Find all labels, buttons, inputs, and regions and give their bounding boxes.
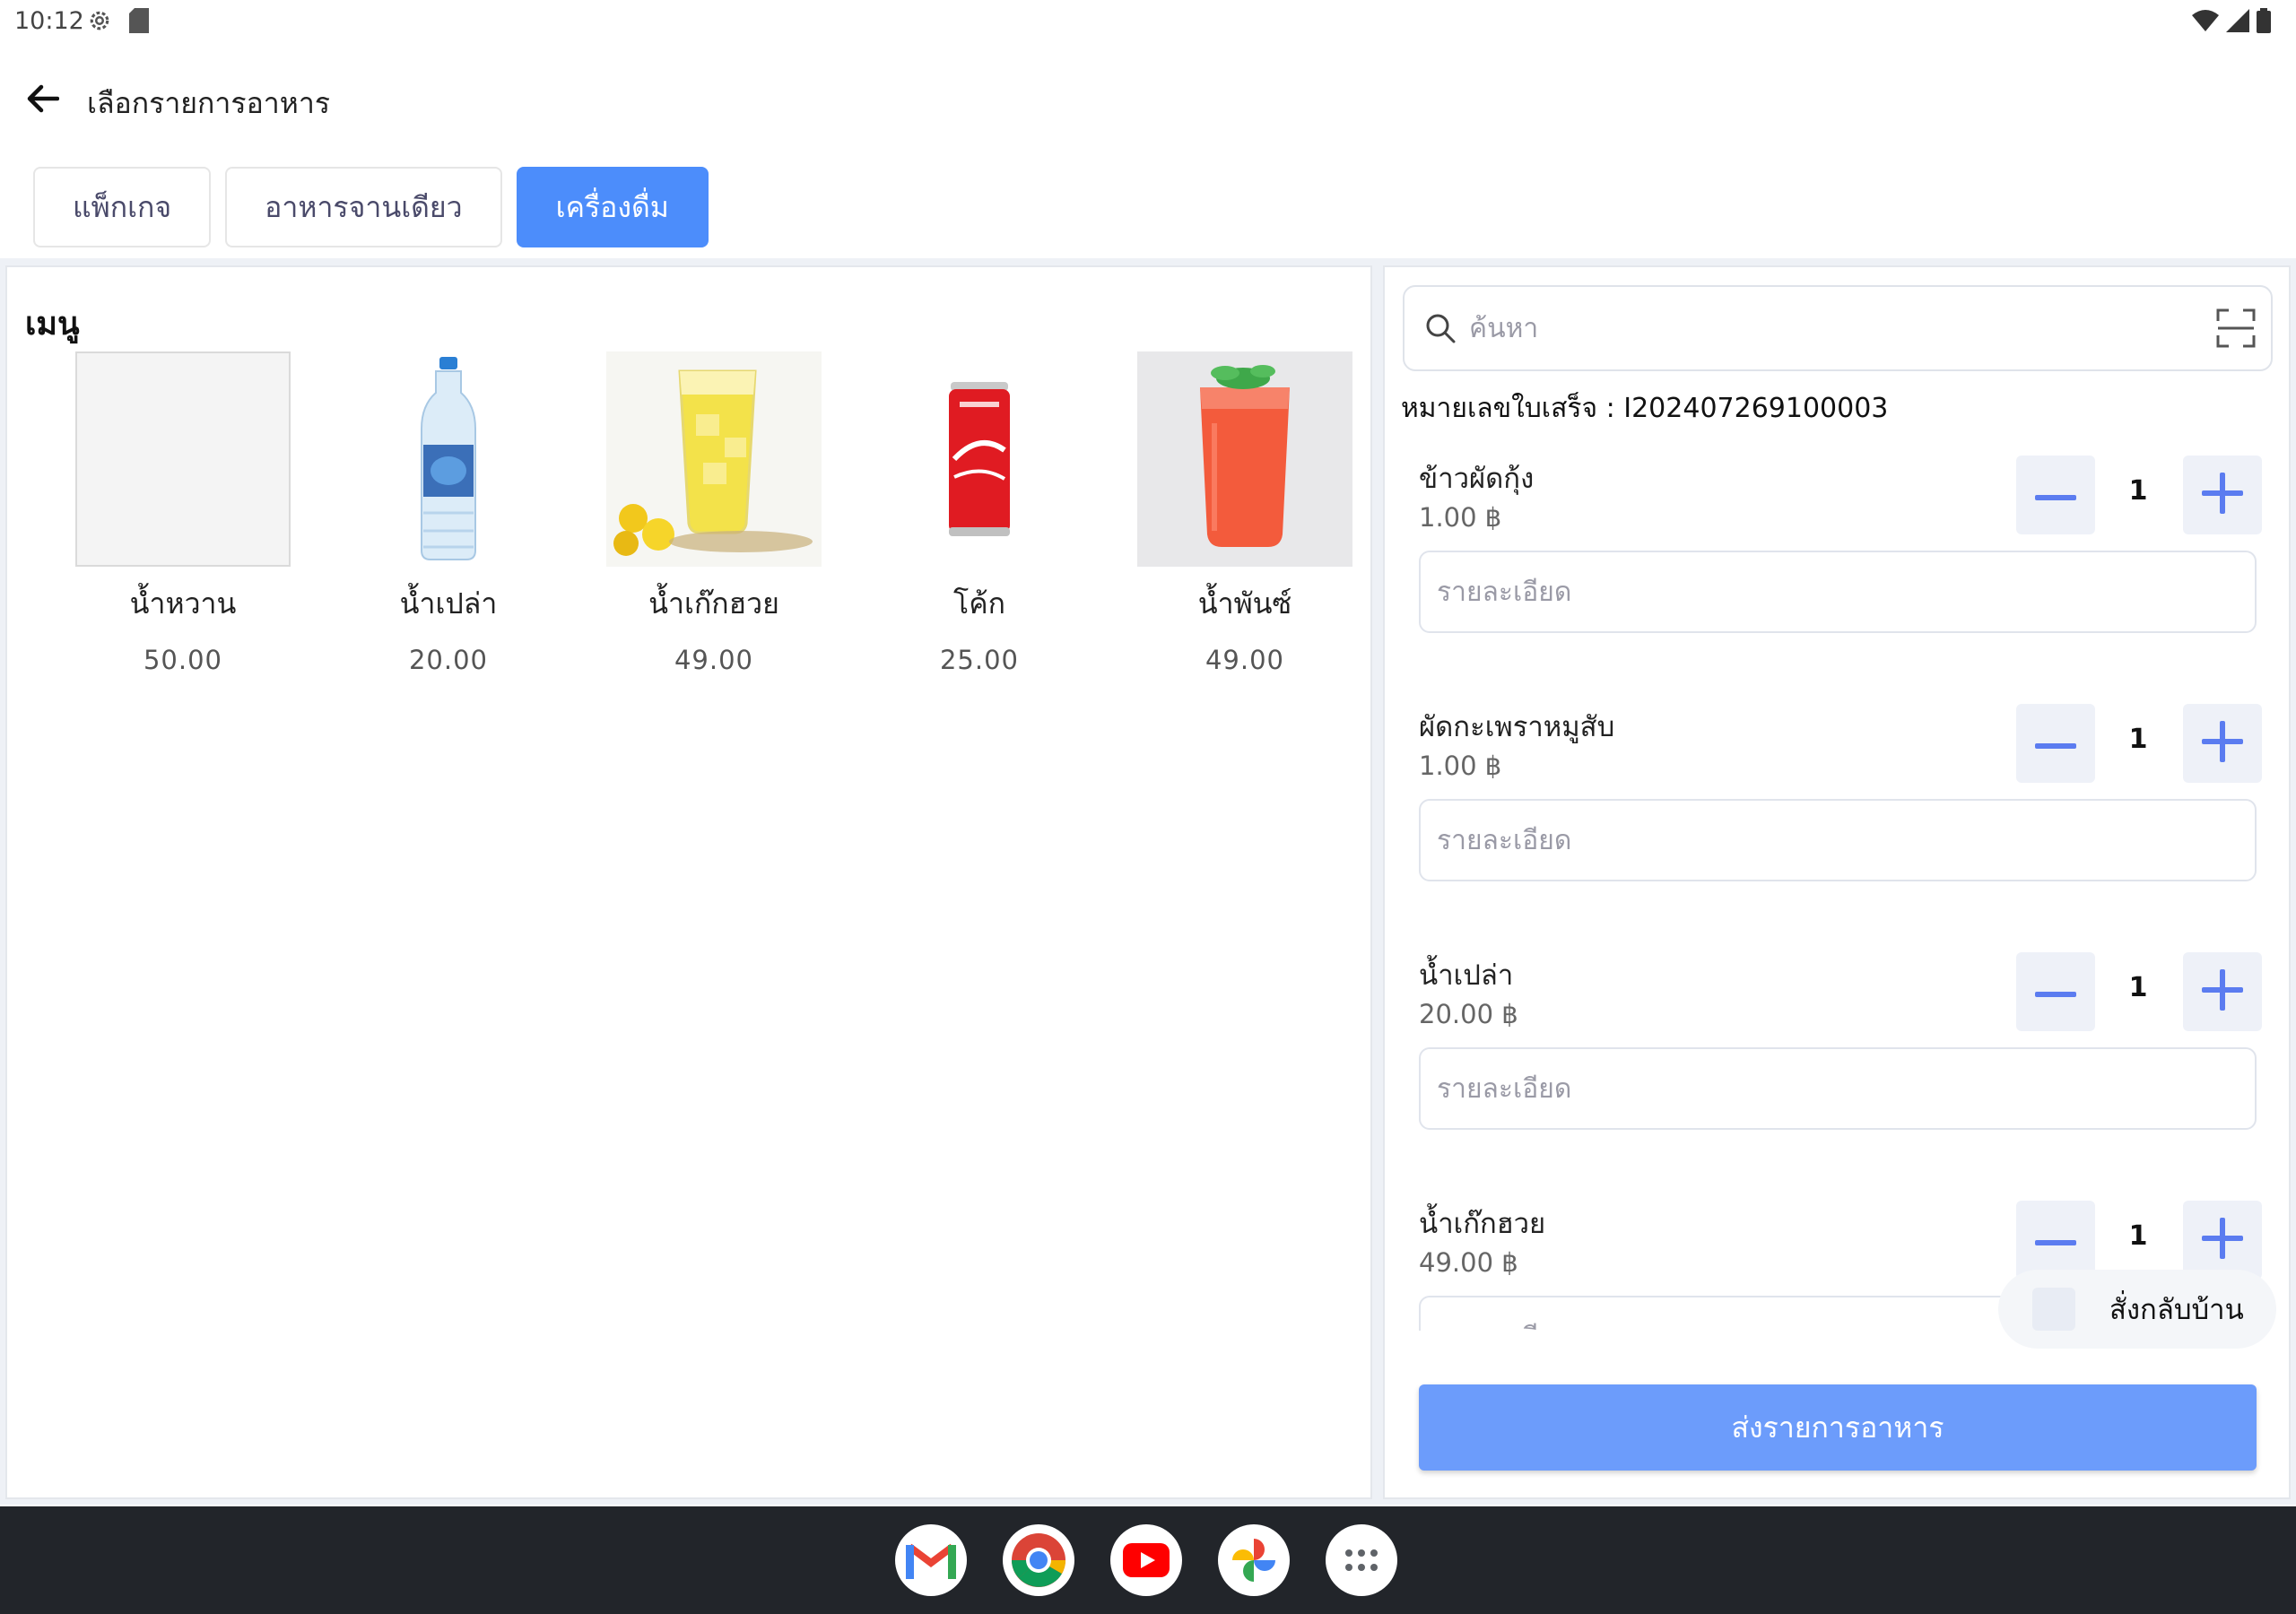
menu-item[interactable]: น้ำเปล่า 20.00 xyxy=(316,351,581,675)
menu-item-price: 50.00 xyxy=(143,645,223,675)
menu-item-price: 49.00 xyxy=(1205,645,1285,675)
battery-icon xyxy=(2257,8,2271,37)
category-tabs: แพ็กเกจ อาหารจานเดียว เครื่องดื่ม xyxy=(33,167,709,247)
photos-icon[interactable] xyxy=(1218,1524,1290,1596)
order-item-name: ผัดกะเพราหมูสับ xyxy=(1419,711,1615,743)
decrease-button[interactable] xyxy=(2016,1201,2095,1280)
menu-item-price: 20.00 xyxy=(408,645,489,675)
scan-icon[interactable] xyxy=(2213,306,2258,351)
detail-input[interactable]: รายละเอียด xyxy=(1419,1047,2257,1130)
back-button[interactable] xyxy=(22,79,65,122)
quantity-value: 1 xyxy=(2128,724,2148,755)
order-item: ผัดกะเพราหมูสับ 1.00 ฿ 1 รายละเอียด xyxy=(1385,691,2289,940)
receipt-number: หมายเลขใบเสร็จ : I202407269100003 xyxy=(1401,393,1889,424)
settings-icon xyxy=(86,7,113,38)
sd-card-icon xyxy=(129,8,149,37)
workspace: เมนู น้ำหวาน 50.00 น้ำเปล่า 20.00 น้ำเก๊… xyxy=(0,258,2296,1505)
menu-grid: น้ำหวาน 50.00 น้ำเปล่า 20.00 น้ำเก๊กฮวย … xyxy=(50,351,1378,675)
search-icon xyxy=(1422,310,1458,346)
increase-button[interactable] xyxy=(2183,1201,2262,1280)
app-bar: เลือกรายการอาหาร xyxy=(0,54,2296,143)
tab-package[interactable]: แพ็กเกจ xyxy=(33,167,212,247)
order-item-price: 1.00 ฿ xyxy=(1419,751,1502,781)
minus-icon xyxy=(2035,1232,2076,1249)
plus-icon xyxy=(2202,969,2243,1014)
submit-order-button[interactable]: ส่งรายการอาหาร xyxy=(1419,1384,2257,1471)
minus-icon xyxy=(2035,487,2076,504)
chrome-icon[interactable] xyxy=(1003,1524,1074,1596)
order-list: ข้าวผัดกุ้ง 1.00 ฿ 1 รายละเอียด ผัดกะเพร… xyxy=(1385,443,2289,1331)
menu-item-name: น้ำหวาน xyxy=(129,586,237,620)
menu-item-price: 49.00 xyxy=(674,645,754,675)
menu-item-name: น้ำเปล่า xyxy=(399,586,498,620)
menu-item[interactable]: น้ำพันซ์ 49.00 xyxy=(1112,351,1378,675)
order-item-price: 20.00 ฿ xyxy=(1419,999,1518,1029)
punch-drink-image xyxy=(1137,351,1352,567)
decrease-button[interactable] xyxy=(2016,952,2095,1031)
detail-input[interactable]: รายละเอียด xyxy=(1419,551,2257,633)
menu-item-image xyxy=(1137,351,1352,567)
menu-item-image xyxy=(872,351,1087,567)
takeaway-checkbox[interactable] xyxy=(2032,1288,2075,1331)
menu-item-name: โค้ก xyxy=(953,586,1005,620)
order-item-name: น้ำเก๊กฮวย xyxy=(1419,1208,1546,1240)
plus-icon xyxy=(2202,1218,2243,1263)
minus-icon xyxy=(2035,984,2076,1001)
detail-input[interactable]: รายละเอียด xyxy=(1419,799,2257,881)
menu-panel: เมนู น้ำหวาน 50.00 น้ำเปล่า 20.00 น้ำเก๊… xyxy=(5,265,1372,1499)
status-time: 10:12 xyxy=(14,7,84,35)
youtube-icon[interactable] xyxy=(1110,1524,1182,1596)
wifi-icon xyxy=(2192,10,2219,35)
order-item-name: ข้าวผัดกุ้ง xyxy=(1419,463,1535,495)
quantity-value: 1 xyxy=(2128,475,2148,507)
search-input[interactable] xyxy=(1469,312,2213,344)
increase-button[interactable] xyxy=(2183,456,2262,534)
decrease-button[interactable] xyxy=(2016,704,2095,783)
menu-item-price: 25.00 xyxy=(939,645,1020,675)
plus-icon xyxy=(2202,721,2243,766)
page-title: เลือกรายการอาหาร xyxy=(87,86,331,120)
menu-item-image xyxy=(341,351,556,567)
gmail-icon[interactable] xyxy=(895,1524,967,1596)
coke-can-image xyxy=(949,382,1010,536)
status-bar: 10:12 xyxy=(0,0,2296,45)
app-drawer-icon[interactable] xyxy=(1326,1524,1397,1596)
order-item-name: น้ำเปล่า xyxy=(1419,959,1514,992)
menu-item[interactable]: โค้ก 25.00 xyxy=(847,351,1112,675)
quantity-value: 1 xyxy=(2128,972,2148,1003)
menu-item[interactable]: น้ำหวาน 50.00 xyxy=(50,351,316,675)
order-item-price: 49.00 ฿ xyxy=(1419,1247,1518,1278)
menu-title: เมนู xyxy=(25,306,80,343)
search-box xyxy=(1403,285,2273,371)
order-item-price: 1.00 ฿ xyxy=(1419,502,1502,533)
menu-item-name: น้ำพันซ์ xyxy=(1197,586,1292,620)
menu-item[interactable]: น้ำเก๊กฮวย 49.00 xyxy=(581,351,847,675)
quantity-value: 1 xyxy=(2128,1220,2148,1252)
minus-icon xyxy=(2035,735,2076,752)
water-bottle-image xyxy=(421,357,476,560)
taskbar xyxy=(0,1506,2296,1614)
signal-icon xyxy=(2226,9,2249,36)
menu-item-name: น้ำเก๊กฮวย xyxy=(648,586,779,620)
menu-item-image xyxy=(606,351,822,567)
plus-icon xyxy=(2202,473,2243,517)
takeaway-label: สั่งกลับบ้าน xyxy=(2109,1294,2244,1326)
order-item: ข้าวผัดกุ้ง 1.00 ฿ 1 รายละเอียด xyxy=(1385,443,2289,691)
chrysanthemum-tea-image xyxy=(606,351,822,567)
menu-item-image xyxy=(75,351,291,567)
order-panel: หมายเลขใบเสร็จ : I202407269100003 ข้าวผั… xyxy=(1383,265,2291,1499)
tab-single-dish[interactable]: อาหารจานเดียว xyxy=(225,167,502,247)
arrow-left-icon xyxy=(27,84,60,117)
tab-drinks[interactable]: เครื่องดื่ม xyxy=(516,167,709,247)
increase-button[interactable] xyxy=(2183,952,2262,1031)
decrease-button[interactable] xyxy=(2016,456,2095,534)
increase-button[interactable] xyxy=(2183,704,2262,783)
order-item: น้ำเปล่า 20.00 ฿ 1 รายละเอียด xyxy=(1385,940,2289,1188)
takeaway-toggle[interactable]: สั่งกลับบ้าน xyxy=(1998,1270,2276,1349)
